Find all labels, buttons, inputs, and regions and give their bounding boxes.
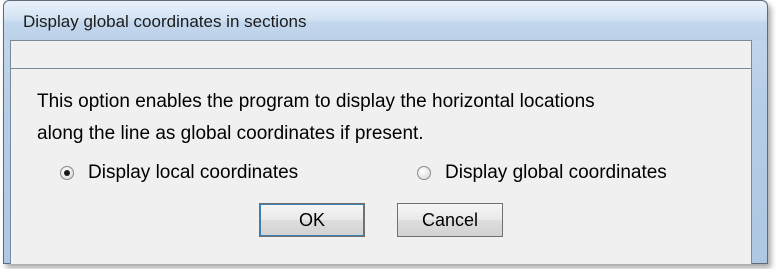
radio-unselected-icon[interactable] <box>417 166 431 180</box>
cancel-button[interactable]: Cancel <box>397 203 503 237</box>
radio-selected-icon[interactable] <box>60 166 74 180</box>
title-bar[interactable]: Display global coordinates in sections <box>4 1 767 41</box>
radio-label-local: Display local coordinates <box>88 162 299 183</box>
dialog-client-area-top <box>10 40 752 68</box>
message-line: along the line as global coordinates if … <box>37 123 424 144</box>
message-line: This option enables the program to displ… <box>37 91 595 112</box>
ok-button[interactable]: OK <box>259 203 365 237</box>
dialog-title: Display global coordinates in sections <box>23 12 307 31</box>
radio-display-global[interactable]: Display global coordinates <box>417 162 667 184</box>
radio-label-global: Display global coordinates <box>445 162 667 183</box>
radio-display-local[interactable]: Display local coordinates <box>60 162 298 184</box>
dialog-message: This option enables the program to displ… <box>37 86 752 150</box>
